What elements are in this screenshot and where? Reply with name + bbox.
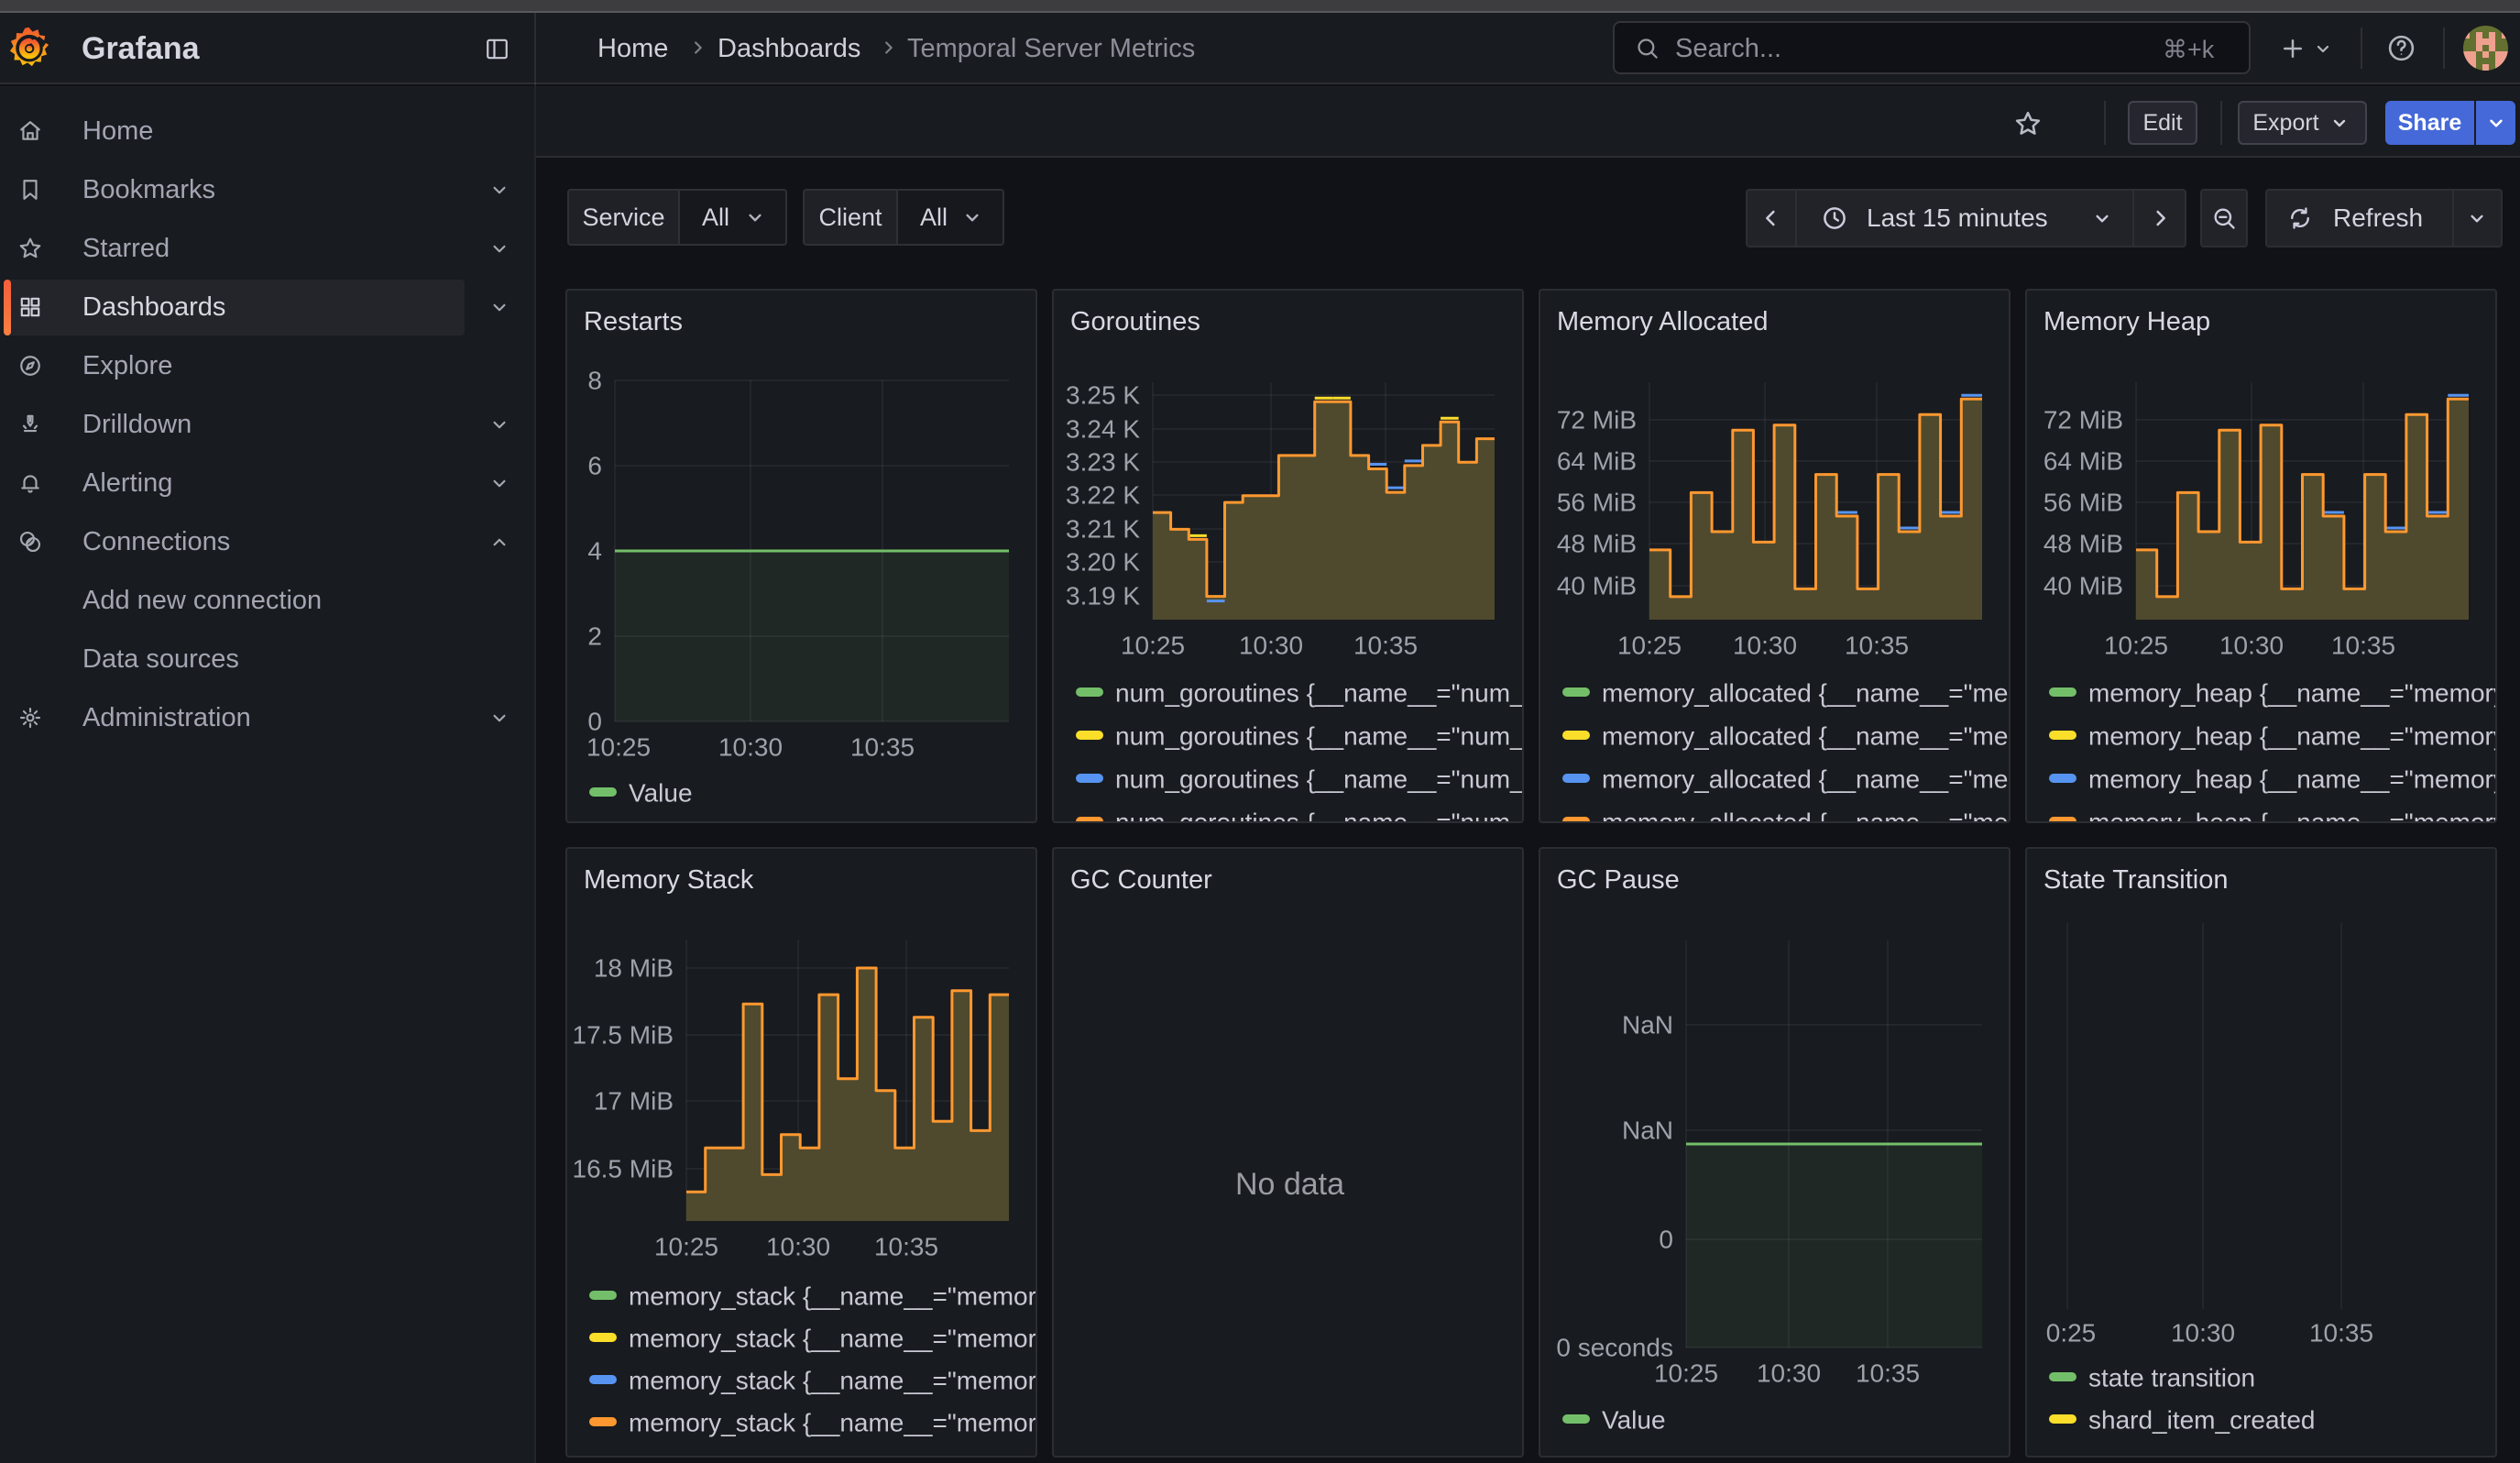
svg-text:3.20 K: 3.20 K <box>1066 548 1140 577</box>
svg-text:10:35: 10:35 <box>2331 632 2395 660</box>
svg-text:10:25: 10:25 <box>586 733 651 762</box>
svg-text:num_goroutines {__name__="num_: num_goroutines {__name__="num_go <box>1115 808 1524 824</box>
svg-text:0 seconds: 0 seconds <box>1556 1334 1673 1362</box>
svg-text:72 MiB: 72 MiB <box>1557 406 1637 434</box>
svg-text:memory_stack {__name__="memory: memory_stack {__name__="memory_s <box>629 1409 1037 1437</box>
svg-text:18 MiB: 18 MiB <box>594 954 674 983</box>
svg-text:10:25: 10:25 <box>1654 1359 1718 1388</box>
svg-text:state transition: state transition <box>2088 1364 2255 1392</box>
svg-text:No data: No data <box>1235 1167 1344 1202</box>
svg-text:64 MiB: 64 MiB <box>2043 447 2123 476</box>
svg-text:memory_stack {__name__="memory: memory_stack {__name__="memory_s <box>629 1367 1037 1395</box>
svg-text:0: 0 <box>587 708 602 736</box>
svg-text:3.24 K: 3.24 K <box>1066 415 1140 444</box>
svg-text:memory_heap {__name__="memory_: memory_heap {__name__="memory_h <box>2088 722 2497 751</box>
svg-text:6: 6 <box>587 452 602 480</box>
svg-text:3.21 K: 3.21 K <box>1066 515 1140 544</box>
svg-text:num_goroutines {__name__="num_: num_goroutines {__name__="num_go <box>1115 722 1524 751</box>
svg-text:72 MiB: 72 MiB <box>2043 406 2123 434</box>
svg-text:memory_heap {__name__="memory_: memory_heap {__name__="memory_h <box>2088 808 2497 824</box>
svg-text:num_goroutines {__name__="num_: num_goroutines {__name__="num_go <box>1115 679 1524 708</box>
svg-text:17 MiB: 17 MiB <box>594 1087 674 1116</box>
svg-text:memory_allocated {__name__="me: memory_allocated {__name__="memo <box>1602 808 2011 824</box>
svg-text:3.22 K: 3.22 K <box>1066 481 1140 510</box>
svg-text:memory_allocated {__name__="me: memory_allocated {__name__="memo <box>1602 722 2011 751</box>
svg-text:10:30: 10:30 <box>1733 632 1797 660</box>
svg-text:10:35: 10:35 <box>1856 1359 1920 1388</box>
svg-text:Value: Value <box>629 779 693 808</box>
svg-text:3.23 K: 3.23 K <box>1066 448 1140 477</box>
svg-text:4: 4 <box>587 537 602 566</box>
svg-text:10:35: 10:35 <box>850 733 915 762</box>
svg-text:3.19 K: 3.19 K <box>1066 582 1140 610</box>
svg-text:10:35: 10:35 <box>2309 1319 2373 1348</box>
svg-text:16.5 MiB: 16.5 MiB <box>573 1155 674 1183</box>
svg-text:shard_item_created: shard_item_created <box>2088 1406 2315 1435</box>
svg-text:NaN: NaN <box>1622 1116 1673 1145</box>
svg-text:memory_allocated {__name__="me: memory_allocated {__name__="memo <box>1602 765 2011 794</box>
svg-text:10:35: 10:35 <box>874 1233 938 1261</box>
svg-text:10:30: 10:30 <box>766 1233 830 1261</box>
svg-text:NaN: NaN <box>1622 1011 1673 1040</box>
svg-text:10:30: 10:30 <box>2171 1319 2235 1348</box>
svg-text:Value: Value <box>1602 1406 1666 1435</box>
svg-text:56 MiB: 56 MiB <box>2043 489 2123 517</box>
svg-text:40 MiB: 40 MiB <box>1557 572 1637 600</box>
svg-text:memory_stack {__name__="memory: memory_stack {__name__="memory_s <box>629 1325 1037 1353</box>
svg-text:num_goroutines {__name__="num_: num_goroutines {__name__="num_go <box>1115 765 1524 794</box>
svg-text:10:30: 10:30 <box>2219 632 2284 660</box>
svg-text:10:25: 10:25 <box>2104 632 2168 660</box>
svg-text:10:30: 10:30 <box>1239 632 1303 660</box>
svg-text:8: 8 <box>587 367 602 395</box>
svg-text:64 MiB: 64 MiB <box>1557 447 1637 476</box>
svg-text:10:25: 10:25 <box>1121 632 1185 660</box>
svg-text:10:25: 10:25 <box>1617 632 1682 660</box>
svg-text:3.25 K: 3.25 K <box>1066 381 1140 410</box>
svg-text:17.5 MiB: 17.5 MiB <box>573 1021 674 1050</box>
svg-text:memory_stack {__name__="memory: memory_stack {__name__="memory_s <box>629 1282 1037 1311</box>
svg-text:memory_heap {__name__="memory_: memory_heap {__name__="memory_h <box>2088 679 2497 708</box>
svg-text:memory_allocated {__name__="me: memory_allocated {__name__="memo <box>1602 679 2011 708</box>
svg-text:memory_heap {__name__="memory_: memory_heap {__name__="memory_h <box>2088 765 2497 794</box>
svg-text:48 MiB: 48 MiB <box>2043 530 2123 558</box>
svg-text:10:35: 10:35 <box>1353 632 1418 660</box>
svg-text:56 MiB: 56 MiB <box>1557 489 1637 517</box>
svg-text:10:25: 10:25 <box>654 1233 718 1261</box>
svg-text:10:30: 10:30 <box>1757 1359 1821 1388</box>
svg-text:48 MiB: 48 MiB <box>1557 530 1637 558</box>
svg-text:10:35: 10:35 <box>1845 632 1909 660</box>
svg-text:0: 0 <box>1659 1226 1673 1254</box>
svg-text:2: 2 <box>587 622 602 651</box>
svg-text:40 MiB: 40 MiB <box>2043 572 2123 600</box>
svg-text:10:30: 10:30 <box>718 733 783 762</box>
svg-text:0:25: 0:25 <box>2046 1319 2097 1348</box>
